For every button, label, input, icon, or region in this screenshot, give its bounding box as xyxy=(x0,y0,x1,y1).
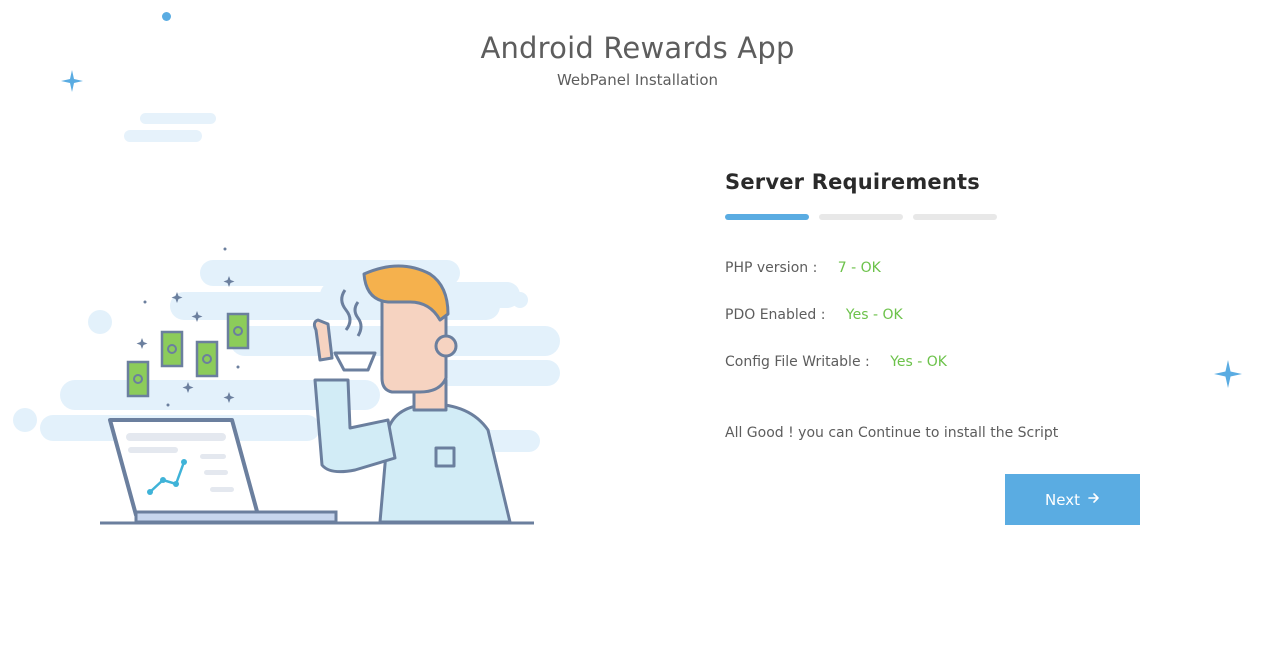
hero-illustration xyxy=(0,230,580,540)
next-button[interactable]: Next xyxy=(1005,474,1140,525)
requirement-label: Config File Writable : xyxy=(725,354,870,370)
requirements-panel: Server Requirements PHP version : 7 - OK… xyxy=(725,168,1145,441)
sparkle-icon xyxy=(1214,360,1242,392)
requirement-php: PHP version : 7 - OK xyxy=(725,258,881,278)
step-progress xyxy=(725,214,1145,220)
decor-cloud xyxy=(140,113,216,124)
decor-dot xyxy=(162,12,171,21)
requirement-label: PDO Enabled : xyxy=(725,307,826,323)
step-indicator-3 xyxy=(913,214,997,220)
next-button-label: Next xyxy=(1045,490,1080,509)
requirement-pdo: PDO Enabled : Yes - OK xyxy=(725,305,903,325)
requirement-status: Yes - OK xyxy=(845,307,903,323)
app-title: Android Rewards App xyxy=(480,31,795,65)
step-indicator-1 xyxy=(725,214,809,220)
requirement-status: 7 - OK xyxy=(837,260,881,276)
page-header: Android Rewards App WebPanel Installatio… xyxy=(0,30,1275,90)
panel-title: Server Requirements xyxy=(725,170,980,194)
requirement-status: Yes - OK xyxy=(890,354,947,370)
arrow-right-icon xyxy=(1088,492,1100,507)
requirement-label: PHP version : xyxy=(725,260,818,276)
status-message: All Good ! you can Continue to install t… xyxy=(725,425,1059,441)
requirement-config: Config File Writable : Yes - OK xyxy=(725,352,947,372)
step-indicator-2 xyxy=(819,214,903,220)
app-subtitle: WebPanel Installation xyxy=(556,71,718,89)
decor-cloud xyxy=(124,130,202,142)
